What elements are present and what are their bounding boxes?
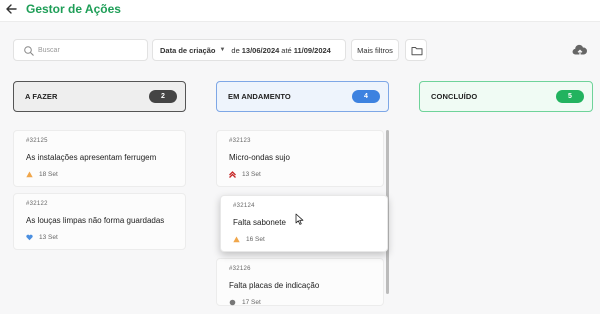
date-from[interactable]: 13/06/2024 [242, 46, 280, 55]
task-title: Micro-ondas sujo [229, 153, 290, 162]
task-title: As louças limpas não forma guardadas [26, 216, 165, 225]
triangle-warning-icon [233, 236, 240, 243]
column-count-badge: 2 [149, 90, 177, 103]
task-date-row: 13 Set [229, 171, 261, 178]
date-to[interactable]: 11/09/2024 [294, 46, 331, 55]
task-date: 16 Set [246, 236, 265, 243]
filter-toolbar: Data de criação ▼ de 13/06/2024 até 11/0… [0, 39, 600, 63]
task-title: Falta placas de indicação [229, 281, 320, 290]
date-range-filter[interactable]: Data de criação ▼ de 13/06/2024 até 11/0… [152, 39, 346, 61]
task-date-row: 17 Set [229, 299, 261, 306]
search-icon [24, 46, 34, 56]
mouse-cursor-icon [295, 213, 304, 225]
search-input[interactable] [38, 43, 138, 58]
caret-down-icon[interactable]: ▼ [219, 47, 225, 53]
task-card[interactable]: #32123 Micro-ondas sujo 13 Set [216, 130, 384, 187]
task-card[interactable]: #32122 As louças limpas não forma guarda… [13, 193, 186, 250]
column-header-done: CONCLUÍDO 5 [419, 81, 593, 112]
task-date-row: 18 Set [26, 171, 58, 178]
task-title: Falta sabonete [233, 218, 286, 227]
top-bar: Gestor de Ações [0, 0, 600, 22]
dot-icon [229, 299, 236, 306]
task-date: 13 Set [39, 234, 58, 241]
task-id: #32123 [229, 138, 251, 144]
triangle-warning-icon [26, 171, 33, 178]
task-card[interactable]: #32126 Falta placas de indicação 17 Set [216, 258, 384, 306]
task-date-row: 16 Set [233, 236, 265, 243]
heart-low-icon [26, 234, 33, 241]
date-from-word: de [231, 45, 240, 55]
column-title: A FAZER [25, 92, 58, 101]
task-card[interactable]: #32125 As instalações apresentam ferruge… [13, 130, 186, 187]
back-arrow-icon[interactable] [4, 2, 18, 16]
column-title: EM ANDAMENTO [228, 92, 291, 101]
more-filters-button[interactable]: Mais filtros [351, 39, 399, 61]
page-title: Gestor de Ações [26, 2, 121, 16]
task-id: #32124 [233, 203, 255, 209]
task-date: 13 Set [242, 171, 261, 178]
search-box[interactable] [13, 39, 148, 61]
column-count-badge: 4 [352, 90, 380, 103]
column-title: CONCLUÍDO [431, 92, 478, 101]
cloud-upload-icon[interactable] [572, 43, 588, 57]
task-id: #32125 [26, 138, 48, 144]
task-date-row: 13 Set [26, 234, 58, 241]
column-count-badge: 5 [556, 90, 584, 103]
task-date: 17 Set [242, 299, 261, 306]
column-header-todo: A FAZER 2 [13, 81, 186, 112]
task-id: #32126 [229, 266, 251, 272]
task-id: #32122 [26, 201, 48, 207]
double-chevron-up-icon [229, 171, 236, 178]
date-field-select[interactable]: Data de criação [160, 46, 215, 55]
folder-icon [411, 47, 423, 56]
folder-button[interactable] [405, 39, 427, 61]
date-to-word: até [281, 45, 292, 55]
task-title: As instalações apresentam ferrugem [26, 153, 157, 162]
task-date: 18 Set [39, 171, 58, 178]
task-card-dragging[interactable]: #32124 Falta sabonete 16 Set [220, 195, 388, 252]
column-header-in-progress: EM ANDAMENTO 4 [216, 81, 389, 112]
